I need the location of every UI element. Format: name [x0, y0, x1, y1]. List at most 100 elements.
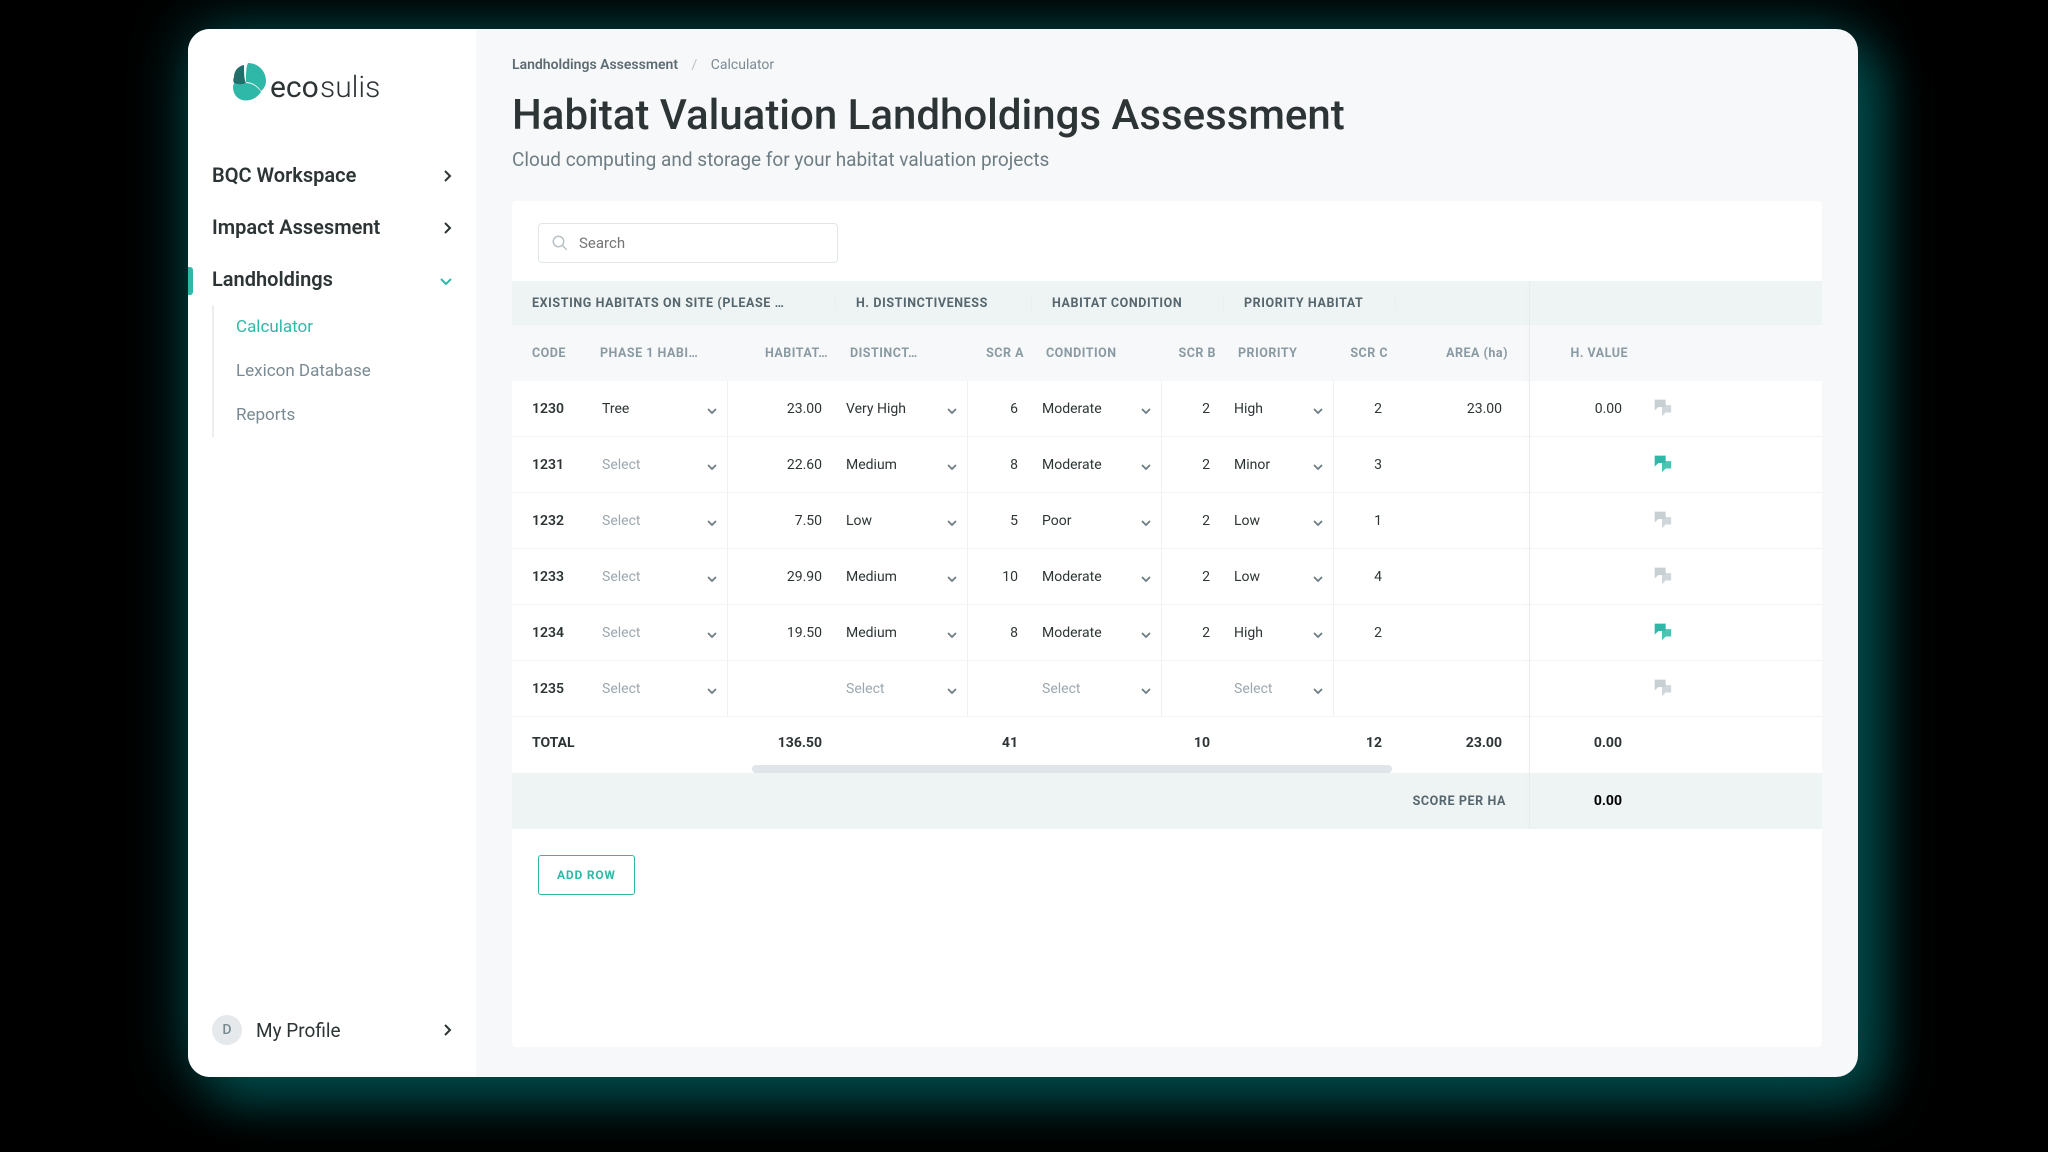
dropdown-label: Select [602, 513, 640, 529]
dropdown[interactable]: Select [592, 493, 728, 548]
total-habitat: 136.50 [728, 735, 836, 751]
cell-code: 1231 [512, 457, 592, 473]
dropdown[interactable]: Very High [836, 381, 968, 436]
table-row: 1234Select19.50Medium8Moderate2High2 [512, 605, 1822, 661]
sidebar-item-landholdings[interactable]: Landholdings [188, 253, 476, 305]
total-scr-b: 10 [1162, 735, 1224, 751]
breadcrumb: Landholdings Assessment / Calculator [512, 57, 1822, 73]
chevron-down-icon [947, 567, 957, 586]
col-habitat: HABITAT… [728, 346, 836, 361]
sidebar: eco sulis BQC Workspace Impact Assesment [188, 29, 476, 1077]
dropdown[interactable]: Poor [1032, 493, 1162, 548]
dropdown[interactable]: Medium [836, 549, 968, 604]
cell-comments [1636, 396, 1688, 422]
chevron-down-icon [707, 623, 717, 642]
chat-icon[interactable] [1651, 396, 1673, 422]
sidebar-item-impact-assessment[interactable]: Impact Assesment [188, 201, 476, 253]
dropdown[interactable]: Select [836, 661, 968, 716]
table-fixed-column-divider [1529, 281, 1530, 829]
chat-icon[interactable] [1651, 452, 1673, 478]
score-per-ha-value: 0.00 [1516, 793, 1636, 809]
cell-scr-b: 2 [1162, 401, 1224, 417]
dropdown[interactable]: Select [592, 549, 728, 604]
horizontal-scrollbar-track[interactable] [512, 765, 1822, 773]
cell-scr-c: 3 [1334, 457, 1396, 473]
sidebar-profile[interactable]: D My Profile [188, 1003, 476, 1057]
cell-habitat[interactable]: 22.60 [728, 457, 836, 473]
chat-icon[interactable] [1651, 620, 1673, 646]
chevron-down-icon [947, 399, 957, 418]
chevron-down-icon [1313, 679, 1323, 698]
dropdown[interactable]: Minor [1224, 437, 1334, 492]
dropdown-label: Medium [846, 625, 897, 641]
chat-icon[interactable] [1651, 564, 1673, 590]
chevron-down-icon [1313, 399, 1323, 418]
dropdown[interactable]: Select [1032, 661, 1162, 716]
dropdown[interactable]: Low [1224, 549, 1334, 604]
table-panel: EXISTING HABITATS ON SITE (PLEASE … H. D… [512, 201, 1822, 1047]
dropdown[interactable]: Moderate [1032, 381, 1162, 436]
sidebar-item-bqc-workspace[interactable]: BQC Workspace [188, 149, 476, 201]
col-area: AREA (ha) [1396, 346, 1516, 361]
dropdown[interactable]: Moderate [1032, 605, 1162, 660]
dropdown[interactable]: Select [592, 437, 728, 492]
dropdown[interactable]: High [1224, 381, 1334, 436]
brand-logo: eco sulis [188, 57, 476, 149]
dropdown-label: High [1234, 625, 1263, 641]
total-area: 23.00 [1396, 735, 1516, 751]
cell-hvalue: 0.00 [1516, 401, 1636, 417]
table-row: 1230Tree23.00Very High6Moderate2High223.… [512, 381, 1822, 437]
dropdown[interactable]: Tree [592, 381, 728, 436]
col-group-existing-habitats: EXISTING HABITATS ON SITE (PLEASE … [512, 296, 836, 311]
cell-area: 23.00 [1396, 401, 1516, 417]
cell-scr-b: 2 [1162, 457, 1224, 473]
table-row: 1232Select7.50Low5Poor2Low1 [512, 493, 1822, 549]
cell-scr-a: 6 [968, 401, 1032, 417]
col-code: CODE [512, 346, 592, 361]
sidebar-subitem-lexicon-database[interactable]: Lexicon Database [214, 349, 476, 393]
sidebar-active-marker [188, 267, 193, 295]
chevron-down-icon [947, 511, 957, 530]
search-input[interactable] [579, 234, 825, 252]
total-label: TOTAL [512, 735, 728, 751]
cell-habitat[interactable]: 7.50 [728, 513, 836, 529]
cell-scr-a: 5 [968, 513, 1032, 529]
dropdown-label: Very High [846, 401, 906, 417]
sidebar-subitem-calculator[interactable]: Calculator [214, 305, 476, 349]
chat-icon[interactable] [1651, 676, 1673, 702]
cell-comments [1636, 676, 1688, 702]
horizontal-scrollbar-thumb[interactable] [752, 765, 1392, 773]
chevron-down-icon [1313, 623, 1323, 642]
search-box[interactable] [538, 223, 838, 263]
col-scr-a: SCR A [968, 346, 1032, 361]
dropdown-label: Moderate [1042, 457, 1102, 473]
col-priority: PRIORITY [1224, 346, 1334, 361]
cell-habitat[interactable]: 29.90 [728, 569, 836, 585]
dropdown[interactable]: Low [836, 493, 968, 548]
sidebar-item-label: Impact Assesment [212, 215, 380, 239]
dropdown-label: Select [602, 457, 640, 473]
table-footer: TOTAL 136.50 41 10 12 23.00 0.00 [512, 717, 1822, 769]
dropdown-label: Moderate [1042, 625, 1102, 641]
dropdown-label: Medium [846, 569, 897, 585]
dropdown[interactable]: Select [1224, 661, 1334, 716]
dropdown[interactable]: Moderate [1032, 437, 1162, 492]
dropdown[interactable]: Medium [836, 605, 968, 660]
breadcrumb-root[interactable]: Landholdings Assessment [512, 57, 678, 73]
dropdown[interactable]: High [1224, 605, 1334, 660]
dropdown[interactable]: Moderate [1032, 549, 1162, 604]
breadcrumb-current: Calculator [711, 57, 774, 73]
cell-habitat[interactable]: 23.00 [728, 401, 836, 417]
dropdown-label: Tree [602, 401, 629, 417]
dropdown[interactable]: Select [592, 605, 728, 660]
dropdown[interactable]: Select [592, 661, 728, 716]
dropdown-label: Select [1234, 681, 1272, 697]
cell-habitat[interactable]: 19.50 [728, 625, 836, 641]
sidebar-subitem-reports[interactable]: Reports [214, 393, 476, 437]
dropdown[interactable]: Low [1224, 493, 1334, 548]
col-scr-c: SCR C [1334, 346, 1396, 361]
chat-icon[interactable] [1651, 508, 1673, 534]
dropdown[interactable]: Medium [836, 437, 968, 492]
add-row-button[interactable]: ADD ROW [538, 855, 635, 895]
dropdown-label: Moderate [1042, 401, 1102, 417]
